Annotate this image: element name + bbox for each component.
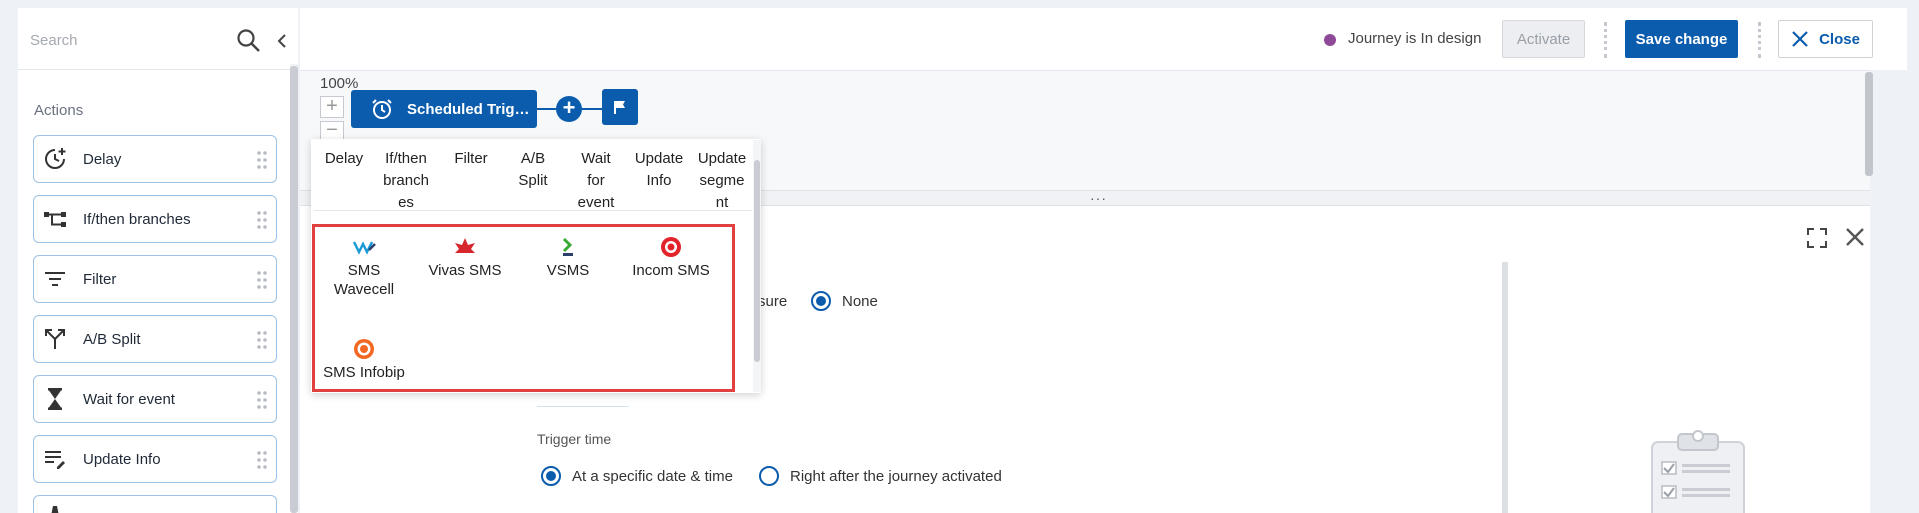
expand-icon[interactable] <box>1806 227 1828 249</box>
popover-tab-update-info[interactable]: Update Info <box>632 148 686 192</box>
sidebar-item-update-info[interactable]: Update Info <box>33 435 277 483</box>
sidebar-item-wait-for-event[interactable]: Wait for event <box>33 375 277 423</box>
save-change-button[interactable]: Save change <box>1625 20 1738 58</box>
flag-icon <box>614 101 625 114</box>
segment-icon <box>41 497 69 513</box>
drag-handle-icon[interactable] <box>256 210 268 230</box>
radio-after-activation[interactable] <box>759 466 779 486</box>
drag-handle-icon[interactable] <box>256 390 268 410</box>
popover-tab-filter[interactable]: Filter <box>446 148 496 170</box>
close-label: Close <box>1819 30 1860 48</box>
zoom-out-button[interactable]: − <box>320 120 344 141</box>
popover-scrollbar[interactable] <box>754 160 760 362</box>
divider <box>314 210 752 211</box>
panel-divider[interactable] <box>1502 262 1508 513</box>
search-icon[interactable] <box>236 28 262 54</box>
drag-handle-icon[interactable] <box>256 450 268 470</box>
add-step-button[interactable]: + <box>556 96 582 122</box>
delay-icon <box>41 145 69 173</box>
close-panel-icon[interactable] <box>1844 226 1866 248</box>
wavecell-logo-icon <box>352 241 376 255</box>
drag-handle-icon[interactable] <box>256 270 268 290</box>
channel-vsms[interactable]: VSMS <box>530 236 606 280</box>
drag-handle-icon[interactable] <box>256 330 268 350</box>
close-button[interactable]: Close <box>1778 20 1873 58</box>
split-icon <box>41 325 69 353</box>
sidebar-scrollbar[interactable] <box>290 66 298 513</box>
sidebar-item-label: Filter <box>83 270 117 288</box>
vivas-logo-icon <box>455 238 475 253</box>
popover-tab-if-then[interactable]: If/then branch es <box>380 148 432 214</box>
connector-line <box>582 108 602 110</box>
search-bar <box>18 8 298 70</box>
sidebar-item-ab-split[interactable]: A/B Split <box>33 315 277 363</box>
channel-incom-sms[interactable]: Incom SMS <box>626 236 716 280</box>
splitter-handle[interactable]: ··· <box>1090 190 1107 206</box>
close-icon <box>1792 31 1808 47</box>
channel-sms-wavecell[interactable]: SMS Wavecell <box>322 236 406 299</box>
actions-sidebar: Actions Delay If/then branches Filter <box>18 8 298 513</box>
actions-heading: Actions <box>34 102 84 119</box>
sidebar-item-filter[interactable]: Filter <box>33 255 277 303</box>
clipboard-icon <box>1651 430 1745 513</box>
popover-tab-ab-split[interactable]: A/B Split <box>512 148 554 192</box>
trigger-label: Scheduled Trig… <box>407 100 530 118</box>
channel-vivas-sms[interactable]: Vivas SMS <box>425 236 505 280</box>
sidebar-item-partial[interactable] <box>33 495 277 513</box>
sidebar-item-if-then[interactable]: If/then branches <box>33 195 277 243</box>
divider <box>537 406 629 407</box>
divider <box>1758 22 1761 58</box>
radio-after-activation-label: Right after the journey activated <box>790 468 1002 485</box>
journey-builder: Actions Delay If/then branches Filter <box>0 0 1919 513</box>
divider <box>1604 22 1607 58</box>
top-toolbar: Journey is In design Activate Save chang… <box>300 8 1907 70</box>
connector-line <box>537 108 556 110</box>
canvas-scrollbar[interactable] <box>1865 72 1873 176</box>
scheduled-trigger-node[interactable]: Scheduled Trig… <box>351 90 537 128</box>
sidebar-item-label: Wait for event <box>83 390 175 408</box>
zoom-in-button[interactable]: + <box>320 96 344 118</box>
drag-handle-icon[interactable] <box>256 150 268 170</box>
alarm-clock-icon <box>372 99 392 119</box>
branch-icon <box>41 205 69 233</box>
incom-logo-icon <box>661 237 681 257</box>
popover-tab-wait-for-event[interactable]: Wait for event <box>572 148 620 214</box>
edit-list-icon <box>41 445 69 473</box>
radio-none[interactable] <box>811 291 831 311</box>
end-node[interactable] <box>602 89 638 125</box>
journey-status: Journey is In design <box>1348 30 1482 47</box>
vsms-logo-icon <box>562 237 573 256</box>
hourglass-icon <box>41 385 69 413</box>
search-input[interactable] <box>30 28 230 52</box>
radio-specific-time[interactable] <box>541 466 561 486</box>
chevron-left-icon[interactable] <box>274 32 290 50</box>
channel-sms-infobip[interactable]: SMS Infobip <box>318 338 410 382</box>
sidebar-item-label: Update Info <box>83 450 161 468</box>
infobip-logo-icon <box>354 339 374 359</box>
sidebar-item-label: Delay <box>83 150 122 168</box>
popover-tab-delay[interactable]: Delay <box>322 148 366 170</box>
radio-none-label: None <box>842 293 878 310</box>
status-indicator <box>1324 34 1336 46</box>
sidebar-item-label: A/B Split <box>83 330 141 348</box>
sidebar-item-delay[interactable]: Delay <box>33 135 277 183</box>
radio-specific-time-label: At a specific date & time <box>572 468 733 485</box>
frequency-option-label: sure <box>758 293 788 310</box>
popover-tab-update-segment[interactable]: Update segme nt <box>694 148 750 214</box>
activate-button[interactable]: Activate <box>1502 20 1585 58</box>
sidebar-item-label: If/then branches <box>83 210 191 228</box>
filter-icon <box>41 265 69 293</box>
trigger-time-label: Trigger time <box>537 431 612 447</box>
